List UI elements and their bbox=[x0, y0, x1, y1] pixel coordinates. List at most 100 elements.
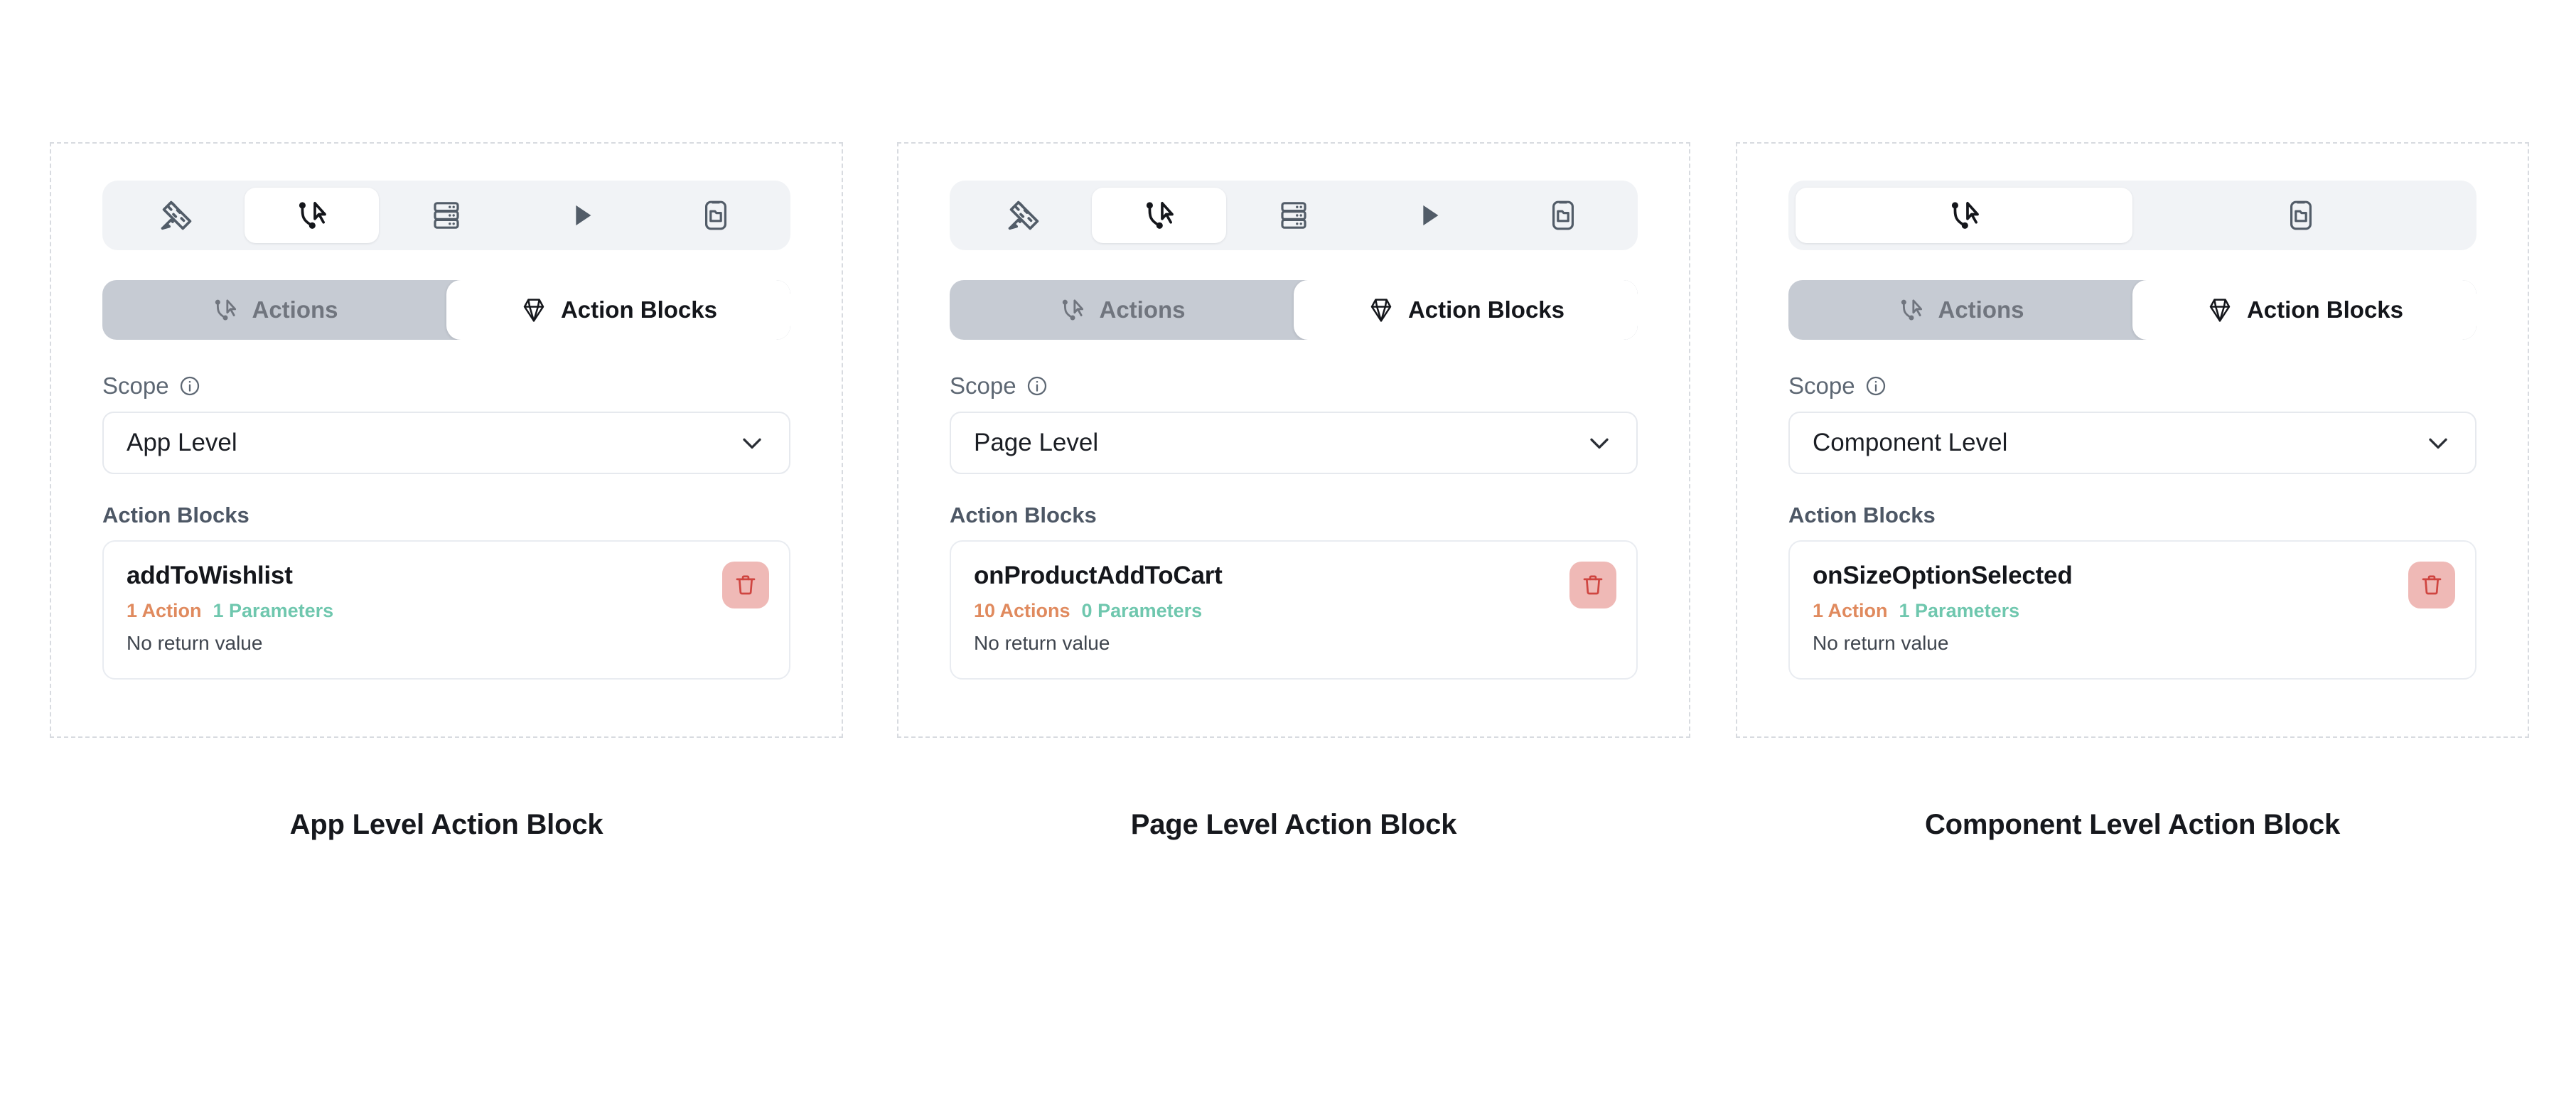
scope-select-value: App Level bbox=[127, 429, 237, 456]
tab-actions-label: Actions bbox=[1099, 296, 1186, 323]
scope-select[interactable]: Component Level bbox=[1788, 412, 2476, 474]
action-block-name: onProductAddToCart bbox=[974, 562, 1223, 589]
diamond-icon bbox=[2209, 299, 2231, 322]
action-block-panel: Actions Action Blocks Scope bbox=[897, 142, 1690, 738]
return-value-text: No return value bbox=[1813, 632, 1949, 654]
action-block-panel: Actions Action Blocks Scope bbox=[50, 142, 843, 738]
tab-action-blocks-label: Action Blocks bbox=[1407, 296, 1565, 323]
trash-icon bbox=[2422, 575, 2442, 595]
design-tool-button[interactable] bbox=[109, 188, 245, 243]
cursor-flow-icon bbox=[1147, 202, 1174, 229]
phone-folder-icon bbox=[705, 200, 727, 230]
diamond-icon bbox=[1370, 299, 1392, 322]
action-blocks-section-title: Action Blocks bbox=[950, 503, 1097, 527]
view-tabs: Actions Action Blocks bbox=[102, 280, 790, 340]
action-block-meta: 10 Actions 0 Parameters bbox=[974, 600, 1614, 622]
parameter-count: 1 Parameters bbox=[1899, 600, 2020, 621]
scope-select-value: Page Level bbox=[974, 429, 1099, 456]
action-block-name: addToWishlist bbox=[127, 562, 293, 589]
tab-action-blocks[interactable]: Action Blocks bbox=[2132, 280, 2476, 340]
tab-action-blocks-label: Action Blocks bbox=[560, 296, 718, 323]
action-count: 1 Action bbox=[127, 600, 202, 621]
column-caption: Component Level Action Block bbox=[1924, 809, 2341, 840]
app-tool-button[interactable] bbox=[648, 188, 783, 243]
action-block-item[interactable]: onSizeOptionSelected 1 Action 1 Parameter… bbox=[1788, 540, 2476, 680]
delete-action-block-button[interactable] bbox=[1569, 562, 1616, 608]
server-stack-icon bbox=[434, 202, 459, 229]
cursor-flow-icon bbox=[1951, 202, 1979, 229]
design-tool-button[interactable] bbox=[957, 188, 1092, 243]
action-block-item[interactable]: onProductAddToCart 10 Actions 0 Parameter… bbox=[950, 540, 1638, 680]
view-tabs: Actions Action Blocks bbox=[1788, 280, 2476, 340]
server-stack-icon bbox=[1281, 202, 1306, 229]
scope-select-value: Component Level bbox=[1813, 429, 2008, 456]
delete-action-block-button[interactable] bbox=[2408, 562, 2455, 608]
scope-label: Scope bbox=[950, 372, 1016, 399]
scope-select[interactable]: Page Level bbox=[950, 412, 1638, 474]
action-blocks-section-title: Action Blocks bbox=[1788, 503, 1936, 527]
scope-select[interactable]: App Level bbox=[102, 412, 790, 474]
cursor-flow-icon bbox=[299, 202, 327, 229]
actions-tool-button[interactable] bbox=[1796, 188, 2132, 243]
scope-label-row: Scope bbox=[950, 372, 1638, 399]
play-icon bbox=[1422, 205, 1438, 226]
action-block-meta: 1 Action 1 Parameters bbox=[1813, 600, 2452, 622]
tool-toolbar bbox=[950, 181, 1638, 250]
return-value-text: No return value bbox=[974, 632, 1110, 654]
app-tool-button[interactable] bbox=[2132, 188, 2469, 243]
action-block-item[interactable]: addToWishlist 1 Action 1 Parameters No re… bbox=[102, 540, 790, 680]
trash-icon bbox=[1583, 575, 1603, 595]
tab-action-blocks[interactable]: Action Blocks bbox=[1294, 280, 1638, 340]
tab-actions-label: Actions bbox=[252, 296, 338, 323]
tab-action-blocks[interactable]: Action Blocks bbox=[446, 280, 790, 340]
parameter-count: 0 Parameters bbox=[1081, 600, 1203, 621]
chevron-down-icon bbox=[1590, 438, 1609, 449]
action-block-panel: Actions Action Blocks Scope bbox=[1736, 142, 2529, 738]
page-root: Actions Action Blocks Scope App Level Ac… bbox=[0, 0, 2576, 1094]
preview-tool-button[interactable] bbox=[1361, 188, 1496, 243]
tool-toolbar bbox=[1788, 181, 2476, 250]
tab-actions[interactable]: Actions bbox=[950, 280, 1294, 340]
ruler-pencil-icon bbox=[161, 200, 192, 230]
data-tool-button[interactable] bbox=[1226, 188, 1361, 243]
info-circle-icon[interactable] bbox=[1026, 375, 1048, 397]
play-icon bbox=[575, 205, 591, 226]
ruler-pencil-icon bbox=[1008, 200, 1039, 230]
action-block-meta: 1 Action 1 Parameters bbox=[127, 600, 766, 622]
app-tool-button[interactable] bbox=[1496, 188, 1631, 243]
column-caption: App Level Action Block bbox=[289, 809, 603, 840]
return-value-text: No return value bbox=[127, 632, 263, 654]
phone-folder-icon bbox=[2290, 200, 2312, 230]
tool-toolbar bbox=[102, 181, 790, 250]
cursor-flow-icon bbox=[1901, 299, 1923, 321]
column-caption: Page Level Action Block bbox=[1130, 809, 1457, 840]
phone-folder-icon bbox=[1552, 200, 1574, 230]
parameter-count: 1 Parameters bbox=[213, 600, 334, 621]
delete-action-block-button[interactable] bbox=[722, 562, 769, 608]
tab-actions[interactable]: Actions bbox=[102, 280, 446, 340]
data-tool-button[interactable] bbox=[379, 188, 514, 243]
tab-actions-label: Actions bbox=[1938, 296, 2024, 323]
action-blocks-section-title: Action Blocks bbox=[102, 503, 249, 527]
action-block-name: onSizeOptionSelected bbox=[1813, 562, 2073, 589]
trash-icon bbox=[736, 575, 756, 595]
column-component-level: Actions Action Blocks Scope Component Le… bbox=[1736, 142, 2529, 841]
view-tabs: Actions Action Blocks bbox=[950, 280, 1638, 340]
tab-actions[interactable]: Actions bbox=[1788, 280, 2132, 340]
action-count: 10 Actions bbox=[974, 600, 1070, 621]
chevron-down-icon bbox=[743, 438, 761, 449]
info-circle-icon[interactable] bbox=[178, 375, 201, 397]
column-app-level: Actions Action Blocks Scope App Level Ac… bbox=[50, 142, 843, 841]
scope-label-row: Scope bbox=[1788, 372, 2476, 399]
scope-label: Scope bbox=[1788, 372, 1855, 399]
scope-label: Scope bbox=[102, 372, 169, 399]
preview-tool-button[interactable] bbox=[514, 188, 649, 243]
actions-tool-button[interactable] bbox=[1091, 188, 1227, 243]
cursor-flow-icon bbox=[1063, 299, 1084, 321]
info-circle-icon[interactable] bbox=[1864, 375, 1887, 397]
column-page-level: Actions Action Blocks Scope Page Level A… bbox=[897, 142, 1690, 841]
actions-tool-button[interactable] bbox=[244, 188, 380, 243]
action-count: 1 Action bbox=[1813, 600, 1888, 621]
diamond-icon bbox=[523, 299, 544, 322]
chevron-down-icon bbox=[2429, 438, 2447, 449]
